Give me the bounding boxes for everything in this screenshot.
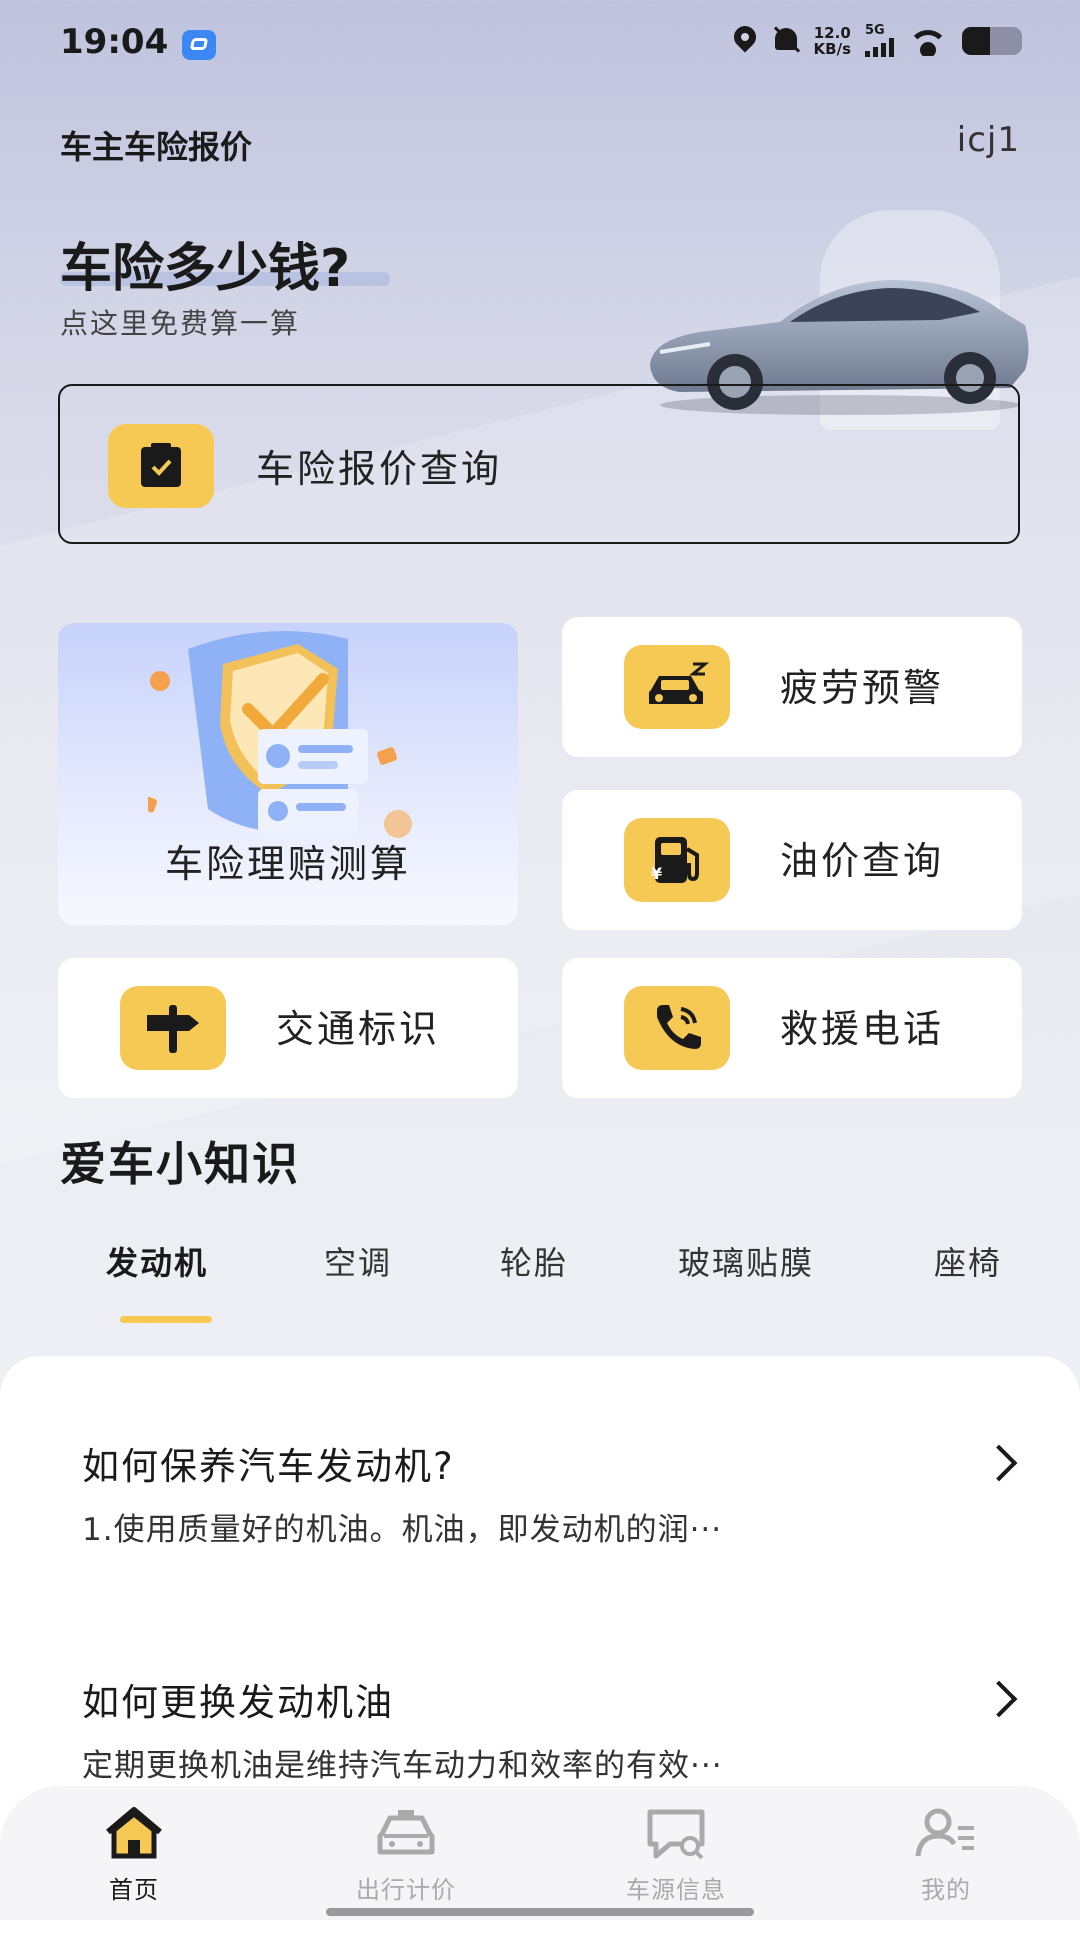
- network-type-label: 5G: [865, 23, 885, 38]
- claim-calculation-label: 车险理赔测算: [164, 842, 411, 886]
- nav-home-label: 首页: [109, 1876, 159, 1904]
- insurance-doc-icon: [108, 424, 214, 508]
- app-title: 车主车险报价: [60, 128, 253, 166]
- tab-seats[interactable]: 座椅: [934, 1238, 1002, 1284]
- tab-window-film[interactable]: 玻璃贴膜: [678, 1238, 814, 1284]
- nav-trip-pricing[interactable]: 出行计价: [306, 1806, 506, 1905]
- status-bar: 19:04 12.0 KB/s 5G: [0, 0, 1080, 90]
- knowledge-tabs: 发动机 空调 轮胎 玻璃贴膜 座椅: [0, 1238, 1080, 1298]
- fuel-pump-icon: ¥: [624, 818, 730, 902]
- nav-trip-pricing-label: 出行计价: [356, 1876, 456, 1904]
- article-item[interactable]: 如何保养汽车发动机? 1.使用质量好的机油。机油，即发动机的润···: [82, 1436, 1018, 1549]
- tab-tires[interactable]: 轮胎: [500, 1238, 568, 1284]
- nav-car-source-label: 车源信息: [626, 1876, 726, 1904]
- status-icons: 12.0 KB/s 5G: [732, 24, 1022, 57]
- hero-title: 车险多少钱?: [60, 239, 351, 299]
- shield-check-illustration: [148, 631, 412, 838]
- signal-icon: [865, 37, 894, 57]
- signpost-icon: [120, 986, 226, 1070]
- tab-air-conditioning[interactable]: 空调: [324, 1238, 392, 1284]
- nav-car-source[interactable]: 车源信息: [576, 1806, 776, 1905]
- fatigue-warning-card[interactable]: 疲劳预警: [562, 617, 1022, 757]
- battery-icon: [962, 26, 1022, 55]
- bottom-navigation: 首页 出行计价 车源信息 我的: [0, 1786, 1080, 1920]
- home-indicator[interactable]: [326, 1908, 754, 1916]
- active-tab-indicator: [120, 1316, 212, 1323]
- knowledge-section-title: 爱车小知识: [60, 1137, 300, 1191]
- fatigue-warning-label: 疲劳预警: [780, 666, 945, 710]
- rescue-phone-card[interactable]: 救援电话: [562, 958, 1022, 1098]
- network-speed-unit: KB/s: [813, 39, 851, 58]
- rescue-phone-label: 救援电话: [780, 1007, 945, 1051]
- article-summary: 定期更换机油是维持汽车动力和效率的有效···: [82, 1748, 723, 1784]
- app-notification-icon: [182, 30, 216, 60]
- car-icon: [377, 1810, 435, 1855]
- insurance-quote-button[interactable]: 车险报价查询: [58, 384, 1020, 544]
- nav-home[interactable]: 首页: [34, 1806, 234, 1905]
- hero-subtitle: 点这里免费算一算: [60, 307, 301, 340]
- network-speed: 12.0 KB/s: [814, 25, 851, 57]
- insurance-quote-label: 车险报价查询: [256, 447, 503, 491]
- location-icon: [732, 26, 758, 56]
- user-icon: [915, 1808, 974, 1857]
- wifi-icon: [908, 26, 948, 56]
- status-time: 19:04: [60, 22, 169, 62]
- article-title: 如何更换发动机油: [82, 1681, 394, 1724]
- fuel-price-card[interactable]: ¥ 油价查询: [562, 790, 1022, 930]
- nav-profile-label: 我的: [921, 1876, 971, 1904]
- tab-engine[interactable]: 发动机: [106, 1238, 208, 1284]
- traffic-signs-label: 交通标识: [276, 1007, 441, 1051]
- svg-text:¥: ¥: [651, 864, 662, 883]
- sleepy-car-icon: [624, 645, 730, 729]
- claim-calculation-card[interactable]: 车险理赔测算: [58, 623, 518, 925]
- traffic-signs-card[interactable]: 交通标识: [58, 958, 518, 1098]
- nav-profile[interactable]: 我的: [846, 1806, 1046, 1905]
- phone-icon: [624, 986, 730, 1070]
- signal-strength: 5G: [865, 24, 894, 57]
- home-icon: [106, 1807, 162, 1859]
- fuel-price-label: 油价查询: [780, 839, 945, 883]
- message-search-icon: [647, 1809, 705, 1860]
- mute-bell-icon: [772, 26, 800, 56]
- user-id[interactable]: icj1: [957, 120, 1020, 160]
- article-summary: 1.使用质量好的机油。机油，即发动机的润···: [82, 1512, 723, 1548]
- article-item[interactable]: 如何更换发动机油 定期更换机油是维持汽车动力和效率的有效···: [82, 1672, 1018, 1785]
- article-title: 如何保养汽车发动机?: [82, 1445, 455, 1488]
- network-speed-value: 12.0: [813, 23, 851, 42]
